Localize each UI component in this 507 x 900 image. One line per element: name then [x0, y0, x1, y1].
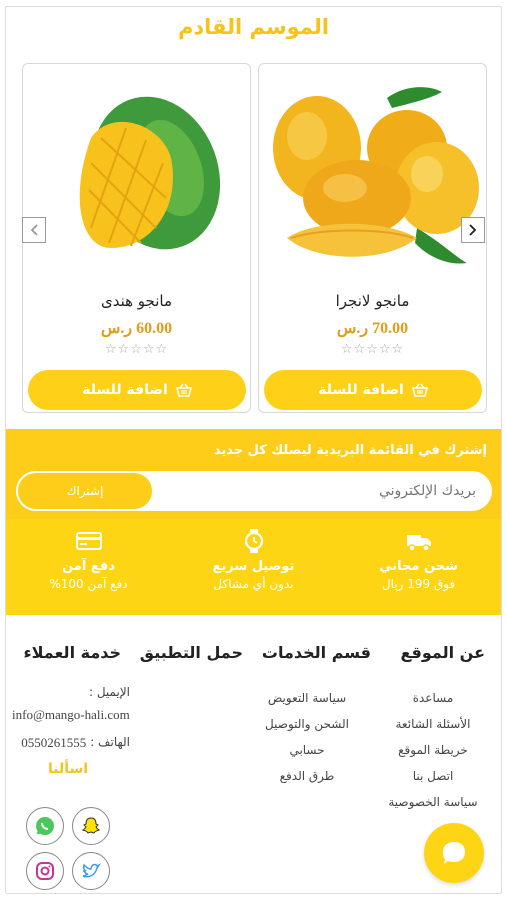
snapchat-icon: [81, 817, 101, 834]
chevron-right-icon: [469, 224, 477, 236]
product-price: 60.00 ر.س: [100, 320, 173, 337]
feature-secure-payment: دفع آمن دفع آمن 100%: [6, 519, 171, 615]
chat-bubble-icon: [443, 842, 465, 864]
add-to-cart-button[interactable]: اضافة للسلة: [28, 370, 246, 410]
product-name[interactable]: مانجو لانجرا: [259, 292, 486, 310]
feature-subtitle: فوق 199 ريال: [381, 577, 456, 591]
features-strip: شحن مجاني فوق 199 ريال توصيل سريع بدون أ…: [6, 519, 501, 615]
chat-button[interactable]: [424, 823, 484, 883]
rating-stars: ☆☆☆☆☆: [340, 342, 405, 357]
basket-icon: [411, 383, 428, 397]
rating-stars: ☆☆☆☆☆: [104, 342, 169, 357]
chevron-left-icon: [30, 224, 38, 236]
product-price: 70.00 ر.س: [336, 320, 409, 337]
feature-title: شحن مجاني: [379, 559, 458, 574]
footer-link[interactable]: مساعدة: [371, 685, 495, 711]
section-title: الموسم القادم: [177, 15, 329, 39]
product-card-2[interactable]: مانجو هندى 60.00 ر.س ☆☆☆☆☆ اضافة للسلة: [22, 63, 251, 413]
footer-link[interactable]: الأسئلة الشائعة: [371, 711, 495, 737]
newsletter-text: إشترك في القائمة البريدية ليصلك كل جديد: [213, 443, 487, 458]
footer-link[interactable]: سياسة التعويض: [247, 685, 367, 711]
footer-link[interactable]: الشحن والتوصيل: [247, 711, 367, 737]
footer-link[interactable]: حسابي: [247, 737, 367, 763]
footer-about-list: مساعدة الأسئلة الشائعة خريطة الموقع اتصل…: [371, 685, 495, 815]
newsletter-subscribe-button[interactable]: إشتراك: [16, 471, 154, 511]
footer-link[interactable]: سياسة الخصوصية: [371, 789, 495, 815]
feature-subtitle: دفع آمن 100%: [49, 577, 128, 591]
mango-hindi-image: [79, 96, 221, 250]
instagram-button[interactable]: [26, 852, 64, 890]
whatsapp-icon: [36, 817, 54, 835]
phone-value[interactable]: 0550261555: [21, 735, 86, 751]
twitter-button[interactable]: [72, 852, 110, 890]
watch-icon: [244, 529, 263, 553]
email-value[interactable]: info@mango-hali.com: [12, 705, 130, 725]
snapchat-button[interactable]: [72, 807, 110, 845]
footer-about-title: عن الموقع: [400, 643, 485, 662]
feature-title: توصيل سريع: [212, 559, 295, 574]
feature-free-shipping: شحن مجاني فوق 199 ريال: [336, 519, 501, 615]
footer-support-title: خدمة العملاء: [23, 643, 121, 662]
phone-label: الهاتف :: [90, 735, 130, 749]
add-to-cart-label: اضافة للسلة: [82, 382, 168, 398]
credit-card-icon: [75, 532, 102, 550]
footer-services-title: قسم الخدمات: [261, 643, 371, 662]
footer-services-list: سياسة التعويض الشحن والتوصيل حسابي طرق ا…: [247, 685, 367, 789]
product-card-1[interactable]: مانجو لانجرا 70.00 ر.س ☆☆☆☆☆ اضافة للسلة: [258, 63, 487, 413]
carousel-prev-button[interactable]: [22, 217, 46, 243]
feature-subtitle: بدون أي مشاكل: [213, 577, 294, 591]
ask-us-link[interactable]: اسألنا: [6, 761, 130, 777]
instagram-icon: [36, 862, 54, 880]
mango-langra-image: [273, 87, 479, 264]
twitter-icon: [82, 863, 102, 878]
footer-app-title: حمل التطبيق: [139, 643, 243, 662]
email-label: الإيميل :: [88, 685, 130, 699]
page-frame: الموسم القادم مانجو لانجرا 70.00 ر.س ☆☆☆…: [5, 6, 502, 894]
whatsapp-button[interactable]: [26, 807, 64, 845]
truck-icon: [406, 535, 431, 552]
footer-link[interactable]: خريطة الموقع: [371, 737, 495, 763]
basket-icon: [175, 383, 192, 397]
support-contact: الإيميل : info@mango-hali.com الهاتف : 0…: [6, 685, 130, 777]
add-to-cart-button[interactable]: اضافة للسلة: [264, 370, 482, 410]
newsletter-section: إشترك في القائمة البريدية ليصلك كل جديد …: [6, 429, 501, 519]
product-name[interactable]: مانجو هندى: [23, 292, 250, 310]
feature-fast-delivery: توصيل سريع بدون أي مشاكل: [171, 519, 336, 615]
footer-link[interactable]: طرق الدفع: [247, 763, 367, 789]
add-to-cart-label: اضافة للسلة: [318, 382, 404, 398]
carousel-next-button[interactable]: [461, 217, 485, 243]
feature-title: دفع آمن: [62, 559, 115, 574]
footer-link[interactable]: اتصل بنا: [371, 763, 495, 789]
